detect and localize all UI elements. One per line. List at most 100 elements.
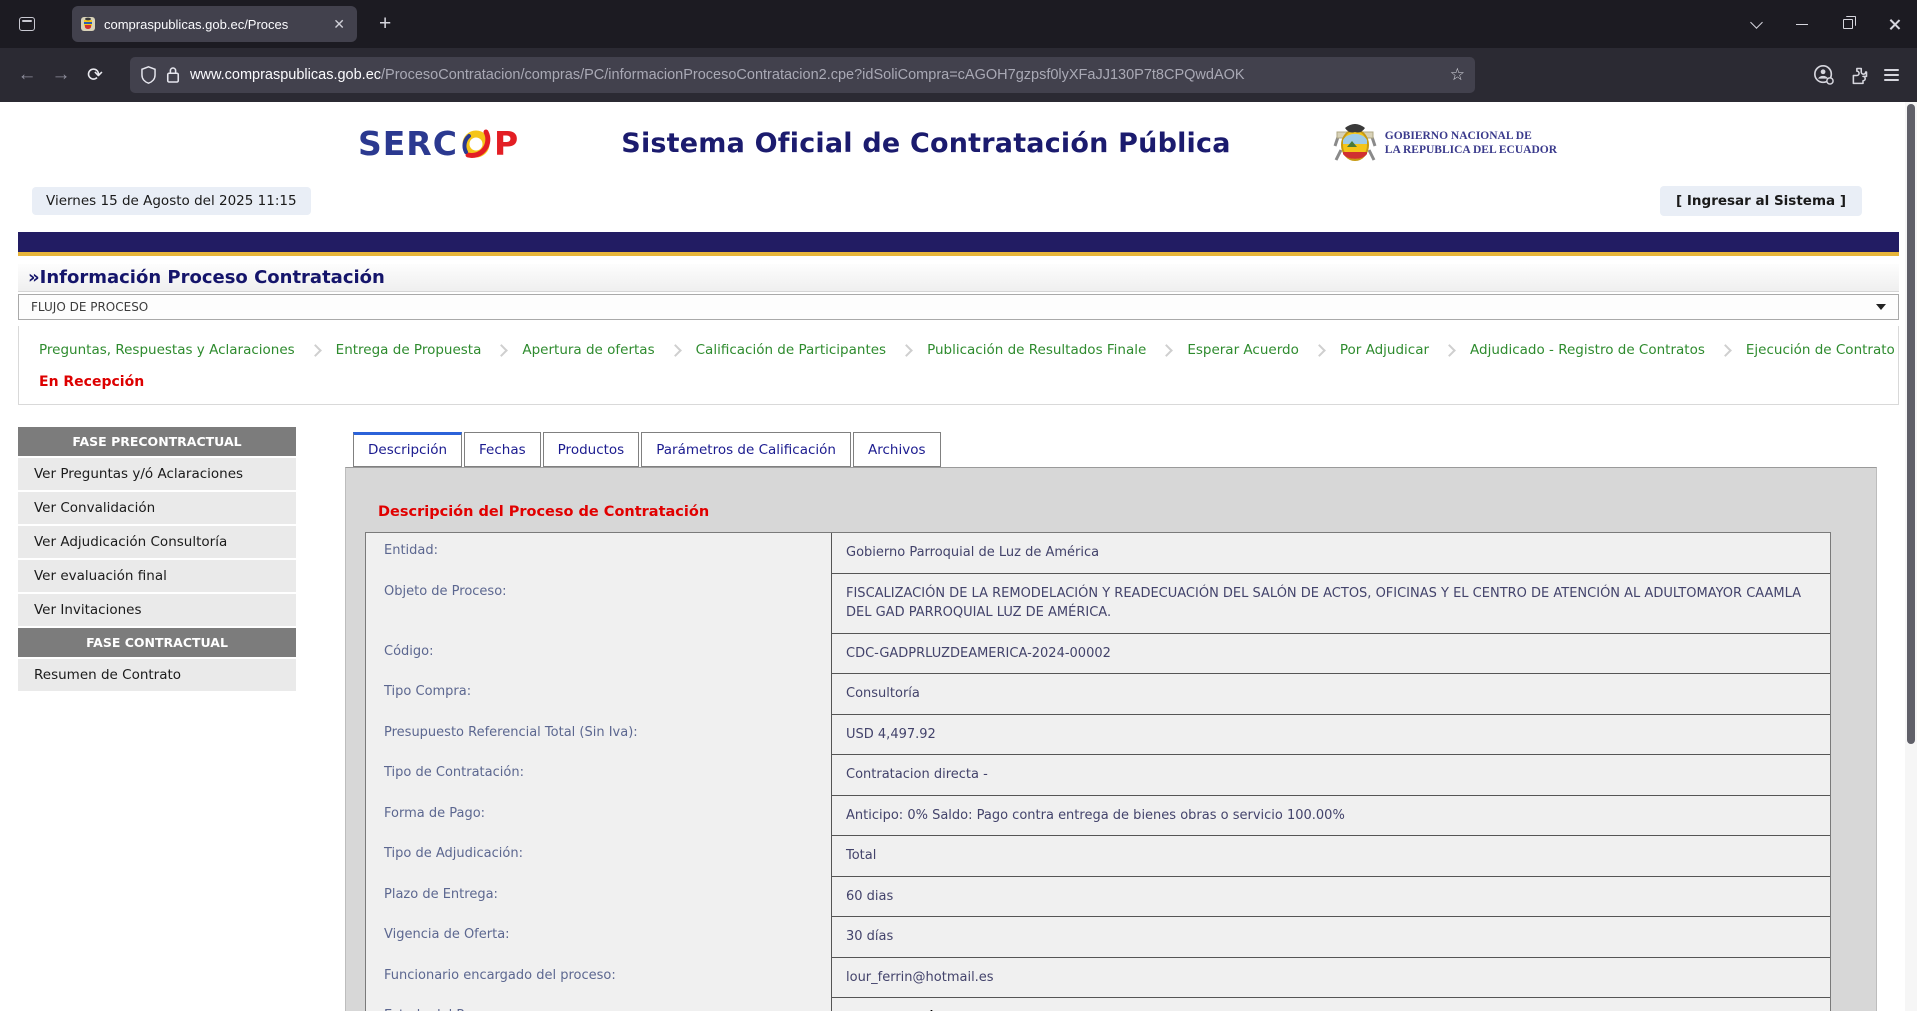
field-value: 60 dias xyxy=(831,877,1830,918)
sidebar-item-adjudicacion[interactable]: Ver Adjudicación Consultoría xyxy=(18,526,296,558)
field-label: Presupuesto Referencial Total (Sin Iva): xyxy=(366,715,831,756)
close-window-icon[interactable] xyxy=(1871,0,1917,48)
step-item[interactable]: Ejecución de Contrato xyxy=(1746,342,1895,358)
table-row: Objeto de Proceso: FISCALIZACIÓN DE LA R… xyxy=(366,574,1830,634)
description-table: Entidad: Gobierno Parroquial de Luz de A… xyxy=(365,532,1831,1011)
table-row: Presupuesto Referencial Total (Sin Iva):… xyxy=(366,715,1830,756)
tab-fechas[interactable]: Fechas xyxy=(464,432,541,467)
process-status: En Recepción xyxy=(39,374,1878,390)
reload-icon[interactable]: ⟳ xyxy=(78,64,112,87)
process-flow-select[interactable]: FLUJO DE PROCESO xyxy=(18,294,1899,320)
sidebar-item-preguntas[interactable]: Ver Preguntas y/ó Aclaraciones xyxy=(18,458,296,490)
step-item[interactable]: Adjudicado - Registro de Contratos xyxy=(1470,342,1705,358)
chevron-separator-icon xyxy=(495,344,508,357)
step-item[interactable]: Esperar Acuerdo xyxy=(1187,342,1299,358)
table-row: Entidad: Gobierno Parroquial de Luz de A… xyxy=(366,533,1830,574)
chevron-separator-icon xyxy=(1160,344,1173,357)
section-heading: »Información Proceso Contratación xyxy=(18,264,1899,292)
url-bar[interactable]: www.compraspublicas.gob.ec/ProcesoContra… xyxy=(130,57,1475,93)
field-value: Contratacion directa - xyxy=(831,755,1830,796)
sidebar-item-evaluacion[interactable]: Ver evaluación final xyxy=(18,560,296,592)
shield-icon[interactable] xyxy=(140,66,157,84)
process-steps: Preguntas, Respuestas y Aclaraciones Ent… xyxy=(39,342,1878,358)
sidebar-header-precontractual: FASE PRECONTRACTUAL xyxy=(18,427,296,456)
navy-divider-bar xyxy=(18,232,1899,256)
step-item[interactable]: Entrega de Propuesta xyxy=(336,342,482,358)
page-title: Sistema Oficial de Contratación Pública xyxy=(519,128,1333,159)
field-label: Objeto de Proceso: xyxy=(366,574,831,634)
account-icon[interactable] xyxy=(1813,64,1835,86)
step-item[interactable]: Preguntas, Respuestas y Aclaraciones xyxy=(39,342,295,358)
content-tabs: Descripción Fechas Productos Parámetros … xyxy=(353,427,1877,467)
content-area: Descripción Fechas Productos Parámetros … xyxy=(345,427,1877,1011)
scrollbar-thumb[interactable] xyxy=(1907,104,1915,744)
minimize-icon[interactable] xyxy=(1779,0,1825,48)
dropdown-caret-icon xyxy=(1876,304,1886,310)
government-logo: GOBIERNO NACIONAL DE LA REPUBLICA DEL EC… xyxy=(1333,120,1557,166)
sidebar-item-convalidacion[interactable]: Ver Convalidación xyxy=(18,492,296,524)
process-steps-box: Preguntas, Respuestas y Aclaraciones Ent… xyxy=(18,326,1899,405)
sidebar-header-contractual: FASE CONTRACTUAL xyxy=(18,628,296,657)
process-state-value: En Recepción xyxy=(831,998,1830,1011)
page-scrollbar[interactable] xyxy=(1905,102,1917,1011)
sidebar-item-invitaciones[interactable]: Ver Invitaciones xyxy=(18,594,296,626)
sercop-logo: SERC P xyxy=(358,124,519,163)
tabs-list-icon[interactable] xyxy=(1733,0,1779,48)
site-header: SERC P Sistema Oficial de Contratación P… xyxy=(0,102,1917,174)
new-tab-icon[interactable]: + xyxy=(371,12,399,36)
chevron-separator-icon xyxy=(669,344,682,357)
field-value: USD 4,497.92 xyxy=(831,715,1830,756)
chevron-separator-icon xyxy=(309,344,322,357)
login-button[interactable]: [ Ingresar al Sistema ] xyxy=(1660,186,1862,216)
page-body: SERC P Sistema Oficial de Contratación P… xyxy=(0,102,1917,1011)
step-item[interactable]: Apertura de ofertas xyxy=(522,342,654,358)
chevron-separator-icon xyxy=(1313,344,1326,357)
ecuador-crest-favicon xyxy=(80,16,96,32)
description-title: Descripción del Proceso de Contratación xyxy=(378,504,1831,520)
table-row: Código: CDC-GADPRLUZDEAMERICA-2024-00002 xyxy=(366,634,1830,675)
tab-archivos[interactable]: Archivos xyxy=(853,432,941,467)
current-date: Viernes 15 de Agosto del 2025 11:15 xyxy=(32,187,311,215)
tab-productos[interactable]: Productos xyxy=(543,432,640,467)
step-item[interactable]: Calificación de Participantes xyxy=(696,342,886,358)
lock-icon[interactable] xyxy=(166,66,180,84)
field-value: 30 días xyxy=(831,917,1830,958)
firefox-view-icon[interactable] xyxy=(12,9,42,39)
sidebar-item-resumen[interactable]: Resumen de Contrato xyxy=(18,659,296,691)
step-item[interactable]: Publicación de Resultados Finale xyxy=(927,342,1146,358)
browser-tab[interactable]: compraspublicas.gob.ec/Proces ✕ xyxy=(72,6,357,42)
forward-icon[interactable]: → xyxy=(44,64,78,86)
field-label: Vigencia de Oferta: xyxy=(366,917,831,958)
browser-toolbar: ← → ⟳ www.compraspublicas.gob.ec/Proceso… xyxy=(0,48,1917,102)
field-label: Estado del Proceso: xyxy=(366,998,831,1011)
url-text: www.compraspublicas.gob.ec/ProcesoContra… xyxy=(190,67,1444,83)
table-row: Tipo de Adjudicación: Total xyxy=(366,836,1830,877)
field-value: lour_ferrin@hotmail.es xyxy=(831,958,1830,999)
back-icon[interactable]: ← xyxy=(10,64,44,86)
tab-title: compraspublicas.gob.ec/Proces xyxy=(104,17,329,32)
table-row: Vigencia de Oferta: 30 días xyxy=(366,917,1830,958)
field-label: Tipo de Contratación: xyxy=(366,755,831,796)
tab-descripcion[interactable]: Descripción xyxy=(353,432,462,467)
restore-icon[interactable] xyxy=(1825,0,1871,48)
field-value: FISCALIZACIÓN DE LA REMODELACIÓN Y READE… xyxy=(831,574,1830,634)
date-row: Viernes 15 de Agosto del 2025 11:15 [ In… xyxy=(0,186,1917,216)
field-value: Total xyxy=(831,836,1830,877)
chevron-separator-icon xyxy=(1719,344,1732,357)
step-item[interactable]: Por Adjudicar xyxy=(1340,342,1429,358)
field-label: Funcionario encargado del proceso: xyxy=(366,958,831,999)
extensions-icon[interactable] xyxy=(1849,65,1870,86)
sidebar: FASE PRECONTRACTUAL Ver Preguntas y/ó Ac… xyxy=(18,427,296,693)
bookmark-star-icon[interactable]: ☆ xyxy=(1450,65,1465,85)
table-row: Tipo de Contratación: Contratacion direc… xyxy=(366,755,1830,796)
field-value: Anticipo: 0% Saldo: Pago contra entrega … xyxy=(831,796,1830,837)
table-row: Forma de Pago: Anticipo: 0% Saldo: Pago … xyxy=(366,796,1830,837)
field-value: Gobierno Parroquial de Luz de América xyxy=(831,533,1830,574)
chevron-separator-icon xyxy=(900,344,913,357)
tab-parametros[interactable]: Parámetros de Calificación xyxy=(641,432,851,467)
field-label: Entidad: xyxy=(366,533,831,574)
gov-logo-line2: LA REPUBLICA DEL ECUADOR xyxy=(1385,143,1557,157)
tab-close-icon[interactable]: ✕ xyxy=(329,14,349,35)
table-row: Plazo de Entrega: 60 dias xyxy=(366,877,1830,918)
menu-icon[interactable] xyxy=(1884,69,1899,81)
